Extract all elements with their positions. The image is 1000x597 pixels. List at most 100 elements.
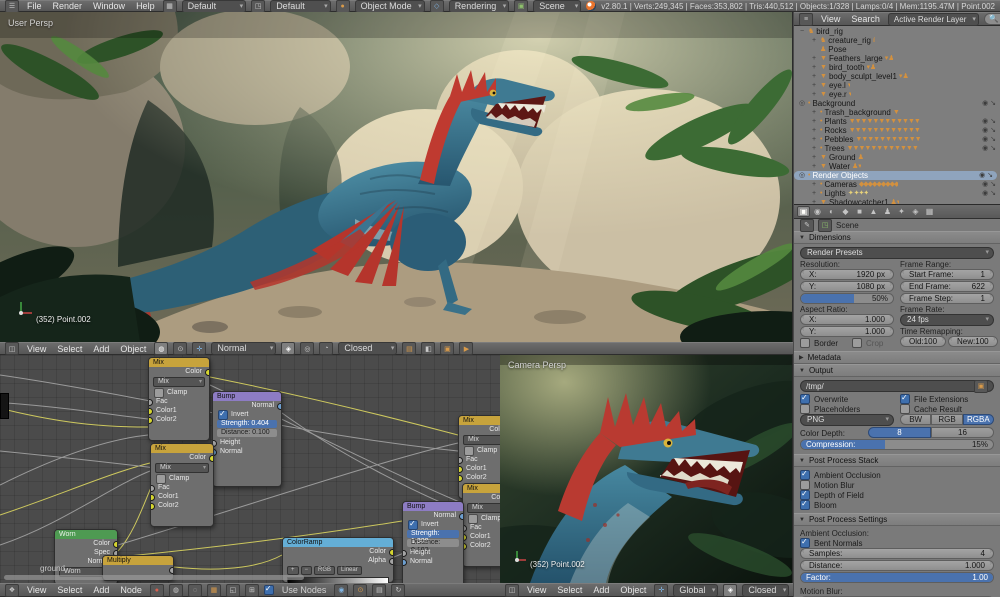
active-scene-icon[interactable]: ▣ <box>514 0 529 13</box>
output-socket[interactable] <box>113 541 117 548</box>
node-menu-node[interactable]: Node <box>117 585 145 595</box>
node-bump-1[interactable]: Bump Normal Invert Strength: 0.404 Dista… <box>212 391 282 487</box>
offscreen-node[interactable] <box>0 393 9 419</box>
shader-type-material-icon[interactable]: ● <box>149 583 164 597</box>
camera-viewport[interactable]: Camera Persp (352) Point.002 <box>500 355 793 583</box>
input-socket[interactable] <box>149 417 153 424</box>
color-depth-8[interactable]: 8 <box>868 427 931 438</box>
mode-dropdown[interactable]: Object Mode <box>354 0 425 13</box>
input-socket[interactable] <box>151 503 155 510</box>
use-nodes-checkbox[interactable] <box>263 584 274 595</box>
scene-icon[interactable]: ◳ <box>251 0 266 13</box>
placeholders-checkbox[interactable] <box>800 404 810 414</box>
viewport-menu-view[interactable]: View <box>24 344 49 354</box>
viewport-menu-object[interactable]: Object <box>117 344 149 354</box>
input-socket[interactable] <box>403 550 407 557</box>
menu-window[interactable]: Window <box>90 1 128 11</box>
cam-manipulator-icon[interactable]: ✛ <box>654 583 669 597</box>
viewport-3d[interactable]: User Persp (352) Point.002 <box>0 12 793 342</box>
overwrite-checkbox[interactable] <box>800 393 810 404</box>
aspect-x-field[interactable]: X:1.000 <box>800 314 894 325</box>
crop-checkbox[interactable] <box>852 338 863 348</box>
input-socket[interactable] <box>459 457 463 464</box>
node-title[interactable]: ColorRamp <box>283 538 393 547</box>
material-datablock-icon[interactable]: ◉ <box>334 583 349 597</box>
outliner-editor-icon[interactable]: ≡ <box>799 12 813 26</box>
color-mode-rgb[interactable]: RGB <box>931 414 963 425</box>
tab-render[interactable]: ▣ <box>797 206 810 217</box>
outliner-row[interactable]: + ♞ creature_rig ⁄ ⁄ ⁄ <box>794 36 1000 45</box>
distance-slider[interactable]: Distance: 0.100 <box>217 429 277 437</box>
color-mode-bw[interactable]: BW <box>900 414 932 425</box>
start-frame-field[interactable]: Start Frame:1 <box>900 269 994 280</box>
remap-new-field[interactable]: New:100 <box>948 336 998 347</box>
node-tree-icon[interactable]: ⊞ <box>244 583 259 597</box>
blend-mode-dropdown[interactable]: Mix <box>467 503 500 513</box>
output-socket[interactable] <box>169 567 173 574</box>
ramp-interp-dropdown[interactable]: Linear <box>337 566 362 575</box>
mode-icon[interactable]: ● <box>335 0 350 13</box>
cam-proportional-dropdown[interactable]: Closed <box>742 583 790 597</box>
panel-output[interactable]: Output <box>794 364 1000 377</box>
tab-object[interactable]: ■ <box>853 206 866 217</box>
bent-normals-checkbox[interactable] <box>800 537 810 548</box>
outliner-row[interactable]: + ▼ Ground ♟ <box>794 153 1000 162</box>
ao-samples-field[interactable]: Samples:4 <box>800 548 994 559</box>
texture-type-icon[interactable]: ▦ <box>206 583 221 597</box>
delete-stop-button[interactable]: − <box>300 566 313 575</box>
tab-render-layers[interactable]: ◉ <box>811 206 824 217</box>
border-checkbox[interactable] <box>800 338 810 348</box>
ao-distance-field[interactable]: Distance:1.000 <box>800 560 994 571</box>
compression-slider[interactable]: Compression: 15% <box>800 439 994 450</box>
viewport-menu-select[interactable]: Select <box>54 344 85 354</box>
output-socket[interactable] <box>389 549 393 556</box>
display-mode-dropdown[interactable]: Active Render Layer <box>887 12 979 26</box>
invert-checkbox[interactable] <box>408 519 418 530</box>
snap-node-icon[interactable]: ⊙ <box>353 583 368 597</box>
input-socket[interactable] <box>151 494 155 501</box>
proportional-icon[interactable]: ◔ <box>319 342 334 355</box>
cache-result-checkbox[interactable] <box>900 404 910 414</box>
snap-icon[interactable]: ◈ <box>281 342 296 355</box>
scene-dropdown[interactable]: Default <box>270 0 331 13</box>
pin-icon[interactable]: ✎ <box>800 218 814 232</box>
camera-editor-icon[interactable]: ◫ <box>505 583 519 597</box>
manipulator-icon[interactable]: ✛ <box>192 342 207 355</box>
outliner-menu-search[interactable]: Search <box>848 14 883 24</box>
screen-layout-dropdown[interactable]: Default <box>181 0 247 13</box>
node-title[interactable]: Bump <box>213 392 281 401</box>
outliner-row[interactable]: + • Plants ▼▼▼▼▼▼▼▼▼▼▼▼ ◉ ↘ <box>794 117 1000 126</box>
cam-menu-select[interactable]: Select <box>554 585 585 595</box>
outliner-row[interactable]: + • Pebbles ▼▼▼▼▼▼▼▼▼▼▼ ◉ ↘ <box>794 135 1000 144</box>
clamp-checkbox[interactable] <box>156 473 166 484</box>
node-editor-hscrollbar[interactable] <box>4 575 304 580</box>
outliner-row[interactable]: + ▼ Shadowcatcher1 ♟ ▾ <box>794 198 1000 204</box>
blend-mode-dropdown[interactable]: Mix <box>155 463 209 473</box>
tab-data[interactable]: ✦ <box>895 206 908 217</box>
ao-factor-slider[interactable]: Factor: 1.00 <box>800 572 994 583</box>
file-extensions-checkbox[interactable] <box>900 393 910 404</box>
file-format-dropdown[interactable]: PNG <box>800 414 894 426</box>
folder-icon[interactable]: ▣ <box>974 379 988 393</box>
node-mix-1[interactable]: Mix Color Mix Clamp Fac Color1 Color2 <box>148 357 210 441</box>
output-path-field[interactable]: /tmp/▣ <box>800 379 994 393</box>
node-title[interactable]: Mix <box>151 444 213 453</box>
panel-post-process-settings[interactable]: Post Process Settings <box>794 513 1000 526</box>
strength-slider[interactable]: Strength: 1.300 <box>407 530 459 545</box>
input-socket[interactable] <box>151 485 155 492</box>
render-presets-dropdown[interactable]: Render Presets <box>800 247 994 259</box>
auto-render-icon[interactable]: ↻ <box>391 583 406 597</box>
output-socket[interactable] <box>459 513 463 520</box>
engine-dropdown[interactable]: Rendering <box>448 0 510 13</box>
node-title[interactable]: Worn <box>55 530 117 539</box>
menu-file[interactable]: File <box>24 1 45 11</box>
resolution-x-field[interactable]: X:1920 px <box>800 269 894 280</box>
input-socket[interactable] <box>149 408 153 415</box>
outliner-row[interactable]: ◎ • Background ◉ ↘ <box>794 99 1000 108</box>
bloom-checkbox[interactable] <box>800 499 810 510</box>
node-title[interactable]: Bump <box>403 502 463 511</box>
cam-menu-add[interactable]: Add <box>590 585 612 595</box>
active-scene-dropdown[interactable]: Scene <box>533 0 582 13</box>
input-socket[interactable] <box>149 399 153 406</box>
node-mix-2[interactable]: Mix Color Mix Clamp Fac Color1 Color2 <box>150 443 214 527</box>
